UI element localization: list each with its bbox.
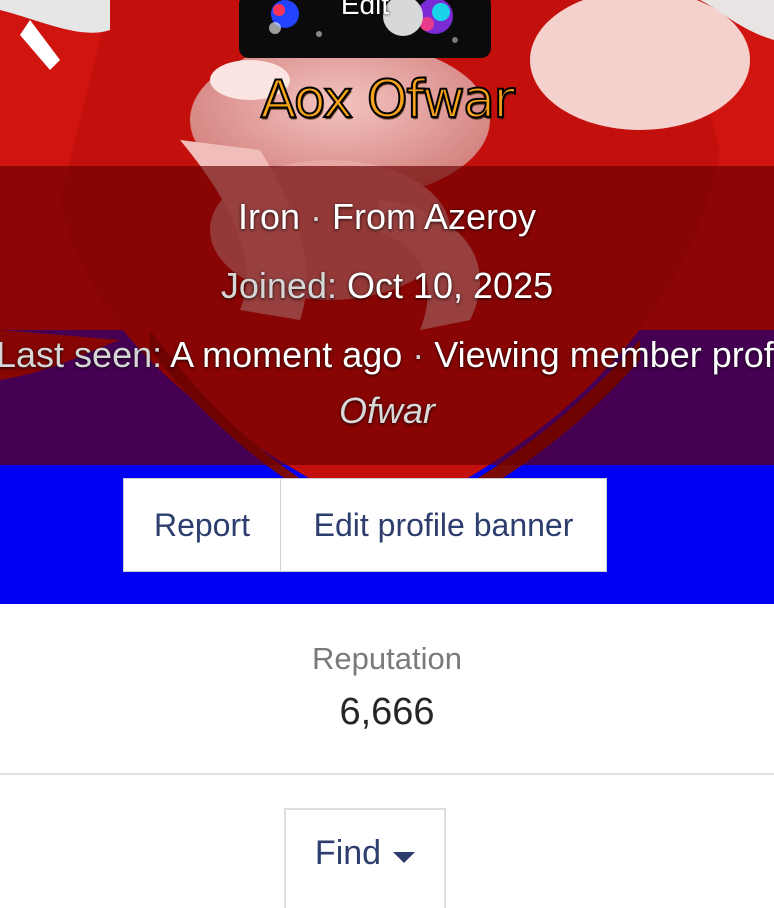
- last-seen-line: Last seen: A moment ago · Viewing member…: [0, 334, 774, 376]
- separator: ·: [402, 334, 435, 375]
- user-rank: Iron: [237, 196, 300, 237]
- profile-info-panel: Iron · From Azeroy Joined: Oct 10, 2025 …: [0, 166, 774, 465]
- profile-username: Aox Ofwar: [260, 69, 516, 131]
- profile-actions: Report Edit profile banner: [123, 478, 607, 572]
- joined-label: Joined:: [220, 265, 337, 306]
- full-name: Ofwar: [338, 390, 435, 431]
- current-activity[interactable]: Viewing member profile: [434, 334, 774, 375]
- avatar-edit-label[interactable]: Edit: [239, 0, 491, 22]
- edit-profile-banner-button[interactable]: Edit profile banner: [281, 479, 606, 571]
- separator: ·: [300, 196, 332, 237]
- find-label: Find: [314, 834, 382, 872]
- joined-date: Oct 10, 2025: [346, 265, 554, 306]
- last-seen-value: A moment ago: [170, 334, 403, 375]
- last-seen-label: Last seen:: [0, 334, 163, 375]
- avatar-edit-button[interactable]: Edit: [239, 0, 491, 58]
- profile-banner: Edit Aox Ofwar Iron · From Azeroy Joined…: [0, 0, 774, 604]
- reputation-stat: Reputation 6,666: [0, 604, 774, 775]
- joined-line: Joined: Oct 10, 2025: [0, 265, 774, 307]
- find-dropdown-button[interactable]: Find: [284, 808, 446, 908]
- reputation-label: Reputation: [312, 641, 462, 676]
- profile-title-line: Iron · From Azeroy: [0, 196, 774, 238]
- report-button[interactable]: Report: [124, 479, 281, 571]
- caret-down-icon: [393, 852, 416, 863]
- reputation-value[interactable]: 6,666: [0, 691, 774, 734]
- user-location: From Azeroy: [332, 196, 537, 237]
